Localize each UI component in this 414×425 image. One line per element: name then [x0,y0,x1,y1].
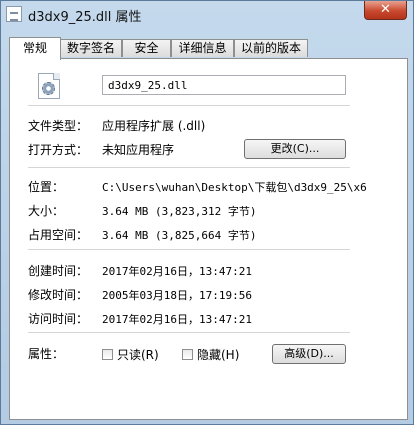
gear-icon [42,82,55,95]
file-name-input[interactable] [102,75,346,95]
open-with-value: 未知应用程序 [102,143,175,157]
attributes-label: 属性： [28,347,65,361]
modified-value: 2005年03月18日，17:19:56 [102,289,252,302]
close-button[interactable]: ✕ [364,1,407,20]
readonly-label: 只读(R) [117,348,159,362]
window-title: d3dx9_25.dll 属性 [28,10,142,25]
hidden-checkbox[interactable]: 隐藏(H) [182,346,239,363]
modified-label: 修改时间： [28,288,89,302]
file-type-value: 应用程序扩展 (.dll) [102,119,206,133]
tab-security[interactable]: 安全 [122,39,171,57]
open-with-label: 打开方式： [28,143,89,157]
properties-window: d3dx9_25.dll 属性 ✕ 常规 数字签名 安全 详细信息 以前的版本 … [0,0,414,425]
general-panel: 文件类型： 应用程序扩展 (.dll) 打开方式： 未知应用程序 更改(C)..… [9,58,408,420]
accessed-label: 访问时间： [28,312,89,326]
dll-file-icon [6,6,22,22]
change-button[interactable]: 更改(C)... [244,139,346,159]
tab-previous-versions[interactable]: 以前的版本 [234,39,308,57]
file-type-label: 文件类型： [28,119,89,133]
tab-details[interactable]: 详细信息 [171,39,234,57]
disk-size-label: 占用空间： [28,228,89,242]
created-label: 创建时间： [28,264,89,278]
tab-general[interactable]: 常规 [9,37,61,60]
accessed-value: 2017年02月16日，13:47:21 [102,313,252,326]
settings-file-icon [38,73,60,99]
location-label: 位置： [28,180,65,194]
size-value: 3.64 MB (3,823,312 字节) [102,205,257,218]
divider [28,249,350,250]
checkbox-box[interactable] [182,349,193,360]
size-label: 大小： [28,204,65,218]
created-value: 2017年02月16日，13:47:21 [102,265,252,278]
checkbox-box[interactable] [102,349,113,360]
advanced-button[interactable]: 高级(D)... [272,344,346,364]
hidden-label: 隐藏(H) [197,348,240,362]
tab-digital-signatures[interactable]: 数字签名 [60,39,122,57]
divider [28,105,350,106]
divider [28,332,350,333]
readonly-checkbox[interactable]: 只读(R) [102,346,159,363]
divider [28,167,350,168]
disk-size-value: 3.64 MB (3,825,664 字节) [102,229,257,242]
title-bar[interactable]: d3dx9_25.dll 属性 ✕ [1,1,413,29]
location-value: C:\Users\wuhan\Desktop\下载包\d3dx9_25\x6 [102,181,367,194]
